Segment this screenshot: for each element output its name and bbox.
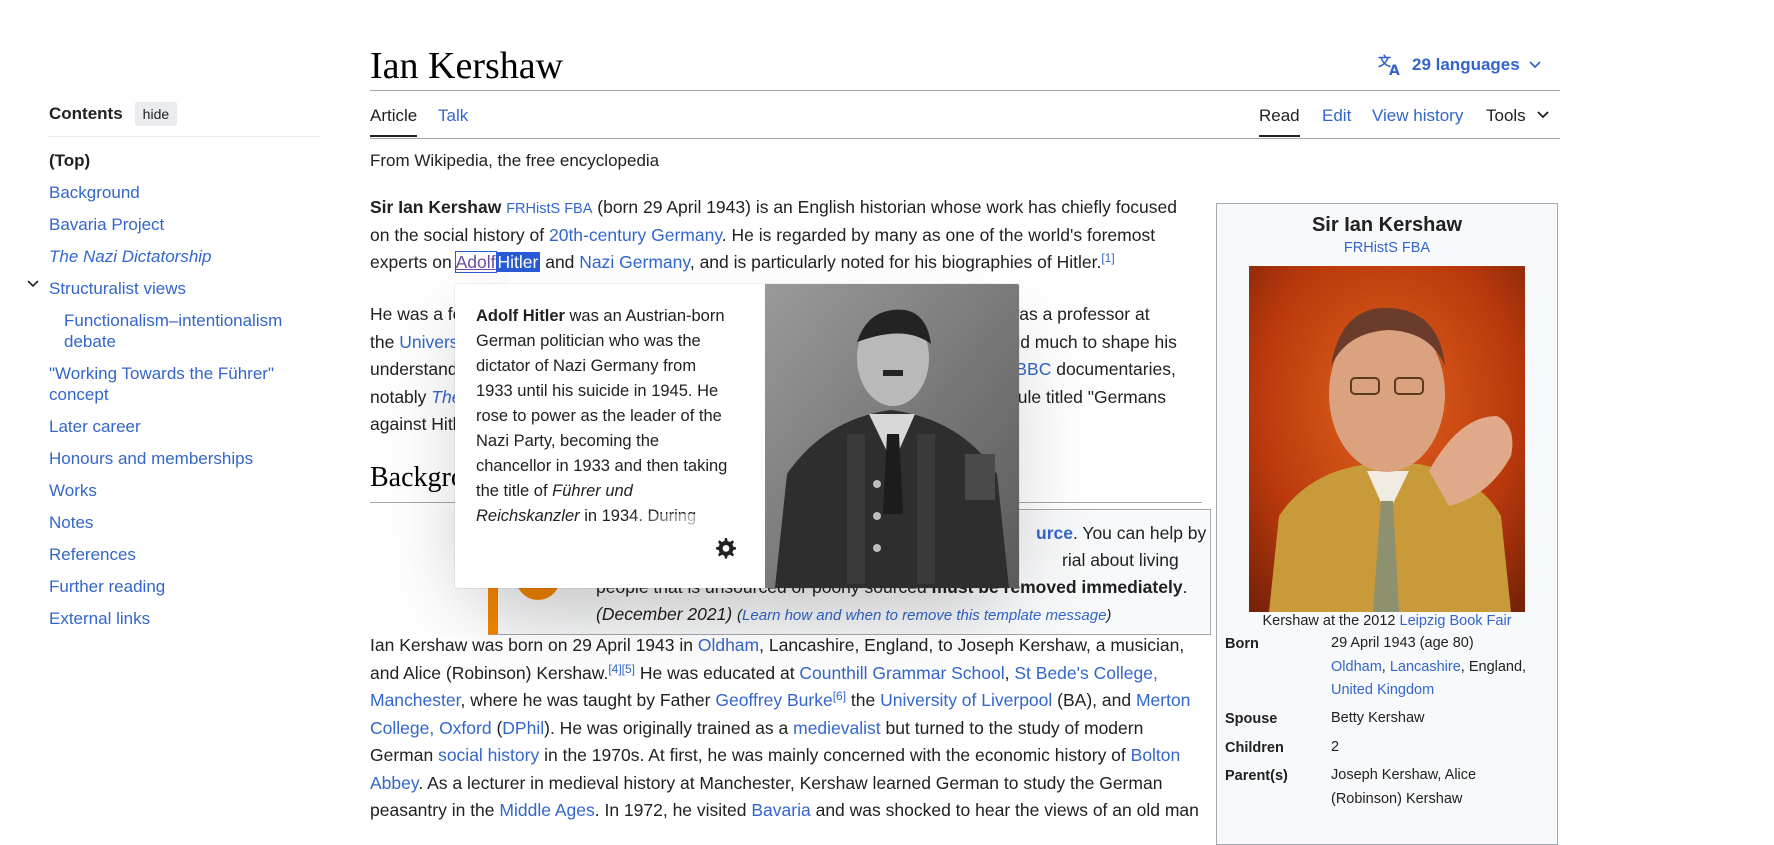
page-preview-popup[interactable]: Adolf Hitler was an Austrian-born German… — [455, 284, 1019, 588]
svg-text:A: A — [1389, 63, 1400, 76]
section-heading-background: Backgro — [370, 462, 465, 493]
link-adolf-hitler-hovered[interactable]: Adolf — [454, 251, 497, 273]
citation-4-5[interactable]: [4][5] — [608, 662, 635, 676]
link-geoffrey-burke[interactable]: Geoffrey Burke — [715, 690, 832, 710]
chevron-down-icon[interactable] — [26, 276, 40, 297]
infobox-value-born: 29 April 1943 (age 80) Oldham, Lancashir… — [1331, 632, 1526, 703]
toc-item-top[interactable]: (Top) — [49, 150, 90, 171]
page-title: Ian Kershaw — [370, 45, 564, 87]
toc-item-working-towards[interactable]: "Working Towards the Führer" — [49, 363, 274, 384]
infobox-label-parents: Parent(s) — [1225, 768, 1288, 784]
tab-tools[interactable]: Tools — [1486, 106, 1550, 126]
link-st-bedes[interactable]: St Bede's College, — [1014, 663, 1157, 683]
language-button[interactable]: 文 A 29 languages — [1378, 54, 1542, 76]
infobox: Sir Ian Kershaw FRHistS FBA Kershaw at t… — [1216, 203, 1558, 845]
link-merton[interactable]: Merton — [1136, 690, 1190, 710]
toc-item-nazi-dictatorship[interactable]: The Nazi Dictatorship — [49, 246, 212, 267]
toc-item-structuralist-views[interactable]: Structuralist views — [27, 278, 186, 299]
link-remove-template[interactable]: Learn how and when to remove this templa… — [742, 607, 1106, 624]
link-infobox-lancashire[interactable]: Lancashire — [1390, 659, 1461, 675]
link-college-oxford[interactable]: College, Oxford — [370, 718, 492, 738]
link-bavaria[interactable]: Bavaria — [751, 800, 810, 820]
translate-icon: 文 A — [1378, 54, 1404, 76]
infobox-value-parents: Joseph Kershaw, Alice (Robinson) Kershaw — [1331, 767, 1477, 807]
toc-item-works[interactable]: Works — [49, 480, 97, 501]
gear-icon[interactable] — [713, 536, 737, 560]
infobox-title: Sir Ian Kershaw — [1311, 214, 1463, 236]
link-infobox-oldham[interactable]: Oldham — [1331, 659, 1382, 675]
toc-item-label: Structuralist views — [49, 279, 186, 298]
toc-item-notes[interactable]: Notes — [49, 512, 93, 533]
toc-item-functionalism-line2[interactable]: debate — [64, 331, 116, 352]
toc-item-further-reading[interactable]: Further reading — [49, 576, 165, 597]
link-oldham[interactable]: Oldham — [698, 635, 759, 655]
link-infobox-united-kingdom[interactable]: United Kingdom — [1331, 679, 1526, 703]
link-social-history[interactable]: social history — [438, 745, 539, 765]
link-nazi-germany[interactable]: Nazi Germany — [579, 252, 690, 272]
citation-6[interactable]: [6] — [833, 689, 846, 703]
infobox-label-spouse: Spouse — [1225, 711, 1278, 727]
link-university-of-liverpool[interactable]: University of Liverpool — [880, 690, 1052, 710]
link-counthill[interactable]: Counthill Grammar School — [799, 663, 1004, 683]
toc-item-functionalism[interactable]: Functionalism–intentionalism — [64, 310, 282, 331]
link-bolton[interactable]: Bolton — [1131, 745, 1181, 765]
link-middle-ages[interactable]: Middle Ages — [499, 800, 594, 820]
infobox-value-spouse[interactable]: Betty Kershaw — [1331, 707, 1425, 731]
link-medievalist[interactable]: medievalist — [793, 718, 881, 738]
chevron-down-icon — [1528, 58, 1542, 72]
link-abbey[interactable]: Abbey — [370, 773, 418, 793]
infobox-postnominals-link[interactable]: FRHistS FBA — [1217, 240, 1557, 256]
toc-item-background[interactable]: Background — [49, 182, 140, 203]
title-divider — [370, 90, 1560, 91]
table-of-contents: Contents hide (Top) Background Bavaria P… — [27, 98, 321, 628]
tab-article[interactable]: Article — [370, 106, 418, 137]
link-hitler-selected[interactable]: Hitler — [495, 252, 541, 272]
photo-caption: Kershaw at the 2012 Leipzig Book Fair — [1262, 613, 1512, 629]
link-source[interactable]: urce — [1036, 523, 1073, 543]
subject-name: Sir Ian Kershaw — [370, 197, 502, 217]
tab-read[interactable]: Read — [1259, 106, 1300, 137]
site-tagline: From Wikipedia, the free encyclopedia — [370, 151, 660, 170]
link-bbc[interactable]: BBC — [1015, 359, 1051, 379]
tab-view-history[interactable]: View history — [1372, 106, 1463, 126]
link-manchester[interactable]: Manchester — [370, 690, 460, 710]
tab-talk[interactable]: Talk — [438, 106, 468, 126]
citation-1[interactable]: [1] — [1101, 251, 1114, 265]
toc-item-later-career[interactable]: Later career — [49, 416, 141, 437]
toc-item-bavaria-project[interactable]: Bavaria Project — [49, 214, 164, 235]
postnominals-link[interactable]: FRHistS FBA — [506, 201, 592, 217]
toc-item-references[interactable]: References — [49, 544, 136, 565]
portrait-photo[interactable] — [1249, 266, 1525, 612]
toc-item-external-links[interactable]: External links — [49, 608, 150, 629]
toc-hide-button[interactable]: hide — [134, 102, 178, 126]
tab-edit[interactable]: Edit — [1322, 106, 1351, 126]
link-university[interactable]: Univers — [399, 332, 458, 352]
toc-item-working-towards-line2[interactable]: concept — [49, 384, 109, 405]
infobox-label-born: Born — [1225, 636, 1259, 652]
link-20th-century-germany[interactable]: 20th-century Germany — [549, 225, 722, 245]
infobox-label-children: Children — [1225, 740, 1284, 756]
toc-item-honours[interactable]: Honours and memberships — [49, 448, 253, 469]
link-leipzig-book-fair[interactable]: Leipzig Book Fair — [1400, 613, 1512, 629]
toc-header: Contents hide — [49, 98, 321, 137]
preview-extract[interactable]: Adolf Hitler was an Austrian-born German… — [476, 304, 746, 529]
infobox-value-children: 2 — [1331, 739, 1340, 755]
tabs-divider — [370, 138, 1560, 139]
toc-title: Contents — [49, 104, 123, 123]
language-count: 29 languages — [1412, 55, 1520, 74]
preview-thumbnail[interactable] — [765, 284, 1019, 588]
chevron-down-icon — [1536, 106, 1550, 125]
link-dphil[interactable]: DPhil — [502, 718, 544, 738]
